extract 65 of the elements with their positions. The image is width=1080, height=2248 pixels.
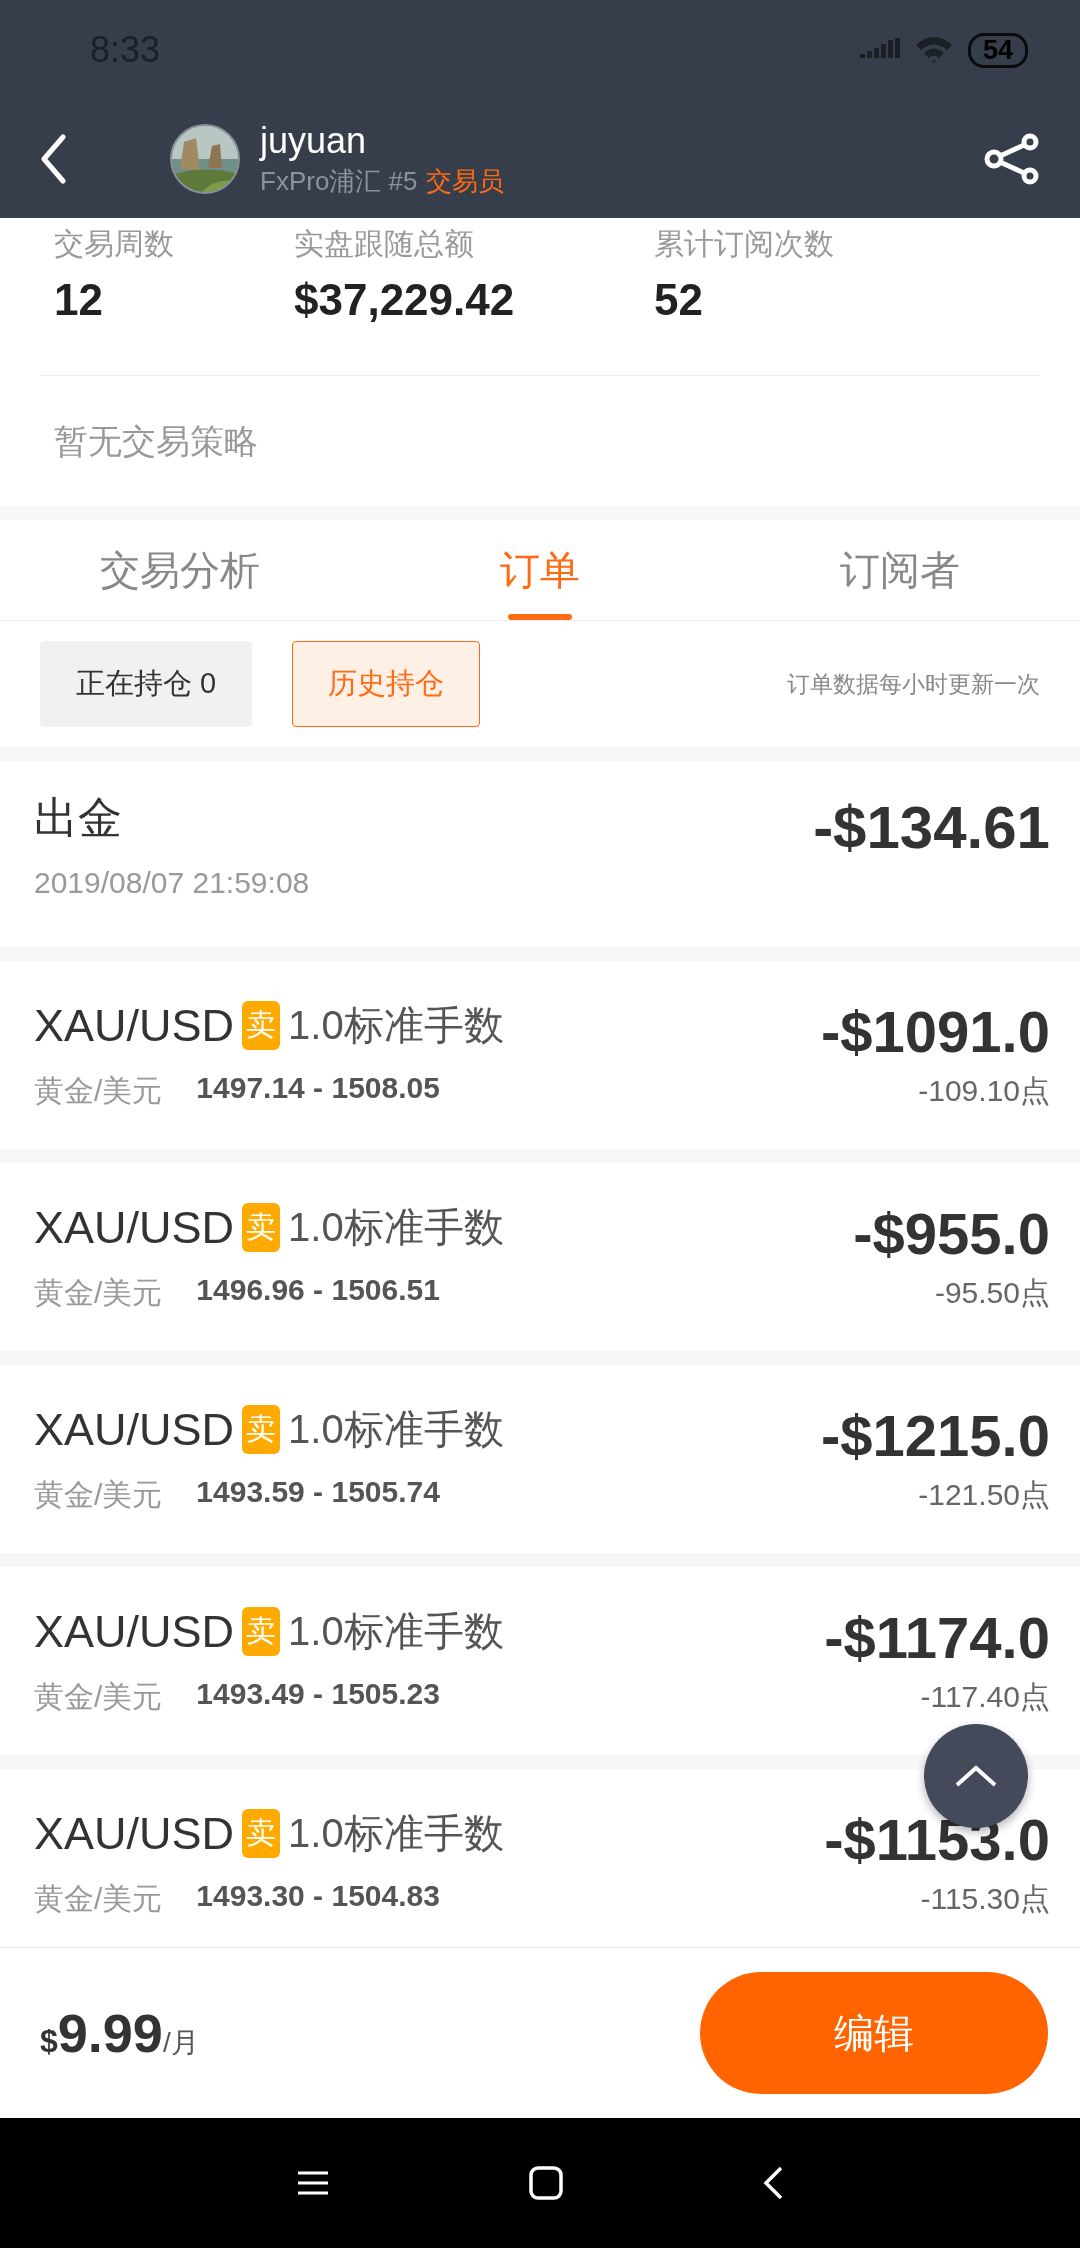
order-amount: -$1215.0 — [821, 1402, 1050, 1469]
back-icon[interactable] — [40, 134, 66, 184]
tab[interactable]: 订阅者 — [720, 520, 1080, 620]
lots-label: 1.0标准手数 — [288, 1002, 504, 1049]
stat-value: $37,229.42 — [294, 275, 516, 325]
tab[interactable]: 订单 — [360, 520, 720, 620]
side-badge: 卖 — [242, 1203, 281, 1252]
lots-label: 1.0标准手数 — [288, 1608, 504, 1655]
price-range: 1496.96 - 1506.51 — [196, 1273, 440, 1308]
order-amount: -$1091.0 — [821, 998, 1050, 1065]
price-range: 1493.49 - 1505.23 — [196, 1677, 440, 1712]
stat-value: 52 — [654, 275, 704, 325]
order-amount: -$955.0 — [853, 1200, 1050, 1267]
order-points: -95.50点 — [933, 1275, 1050, 1311]
price-range: 1497.14 - 1508.05 — [196, 1071, 440, 1106]
instrument-name: 黄金/美元 — [34, 1073, 163, 1109]
stat-label: 实盘跟随总额 — [294, 226, 475, 262]
record-time: 2019/08/07 21:59:08 — [34, 866, 310, 900]
menu-icon[interactable] — [297, 2171, 329, 2195]
instrument-name: 黄金/美元 — [34, 1881, 163, 1917]
broker-label: FxPro浦汇 #5 — [260, 165, 418, 196]
order-points: -115.30点 — [919, 1881, 1050, 1917]
symbol-label: XAU/USD — [34, 1807, 235, 1860]
price-range: 1493.30 - 1504.83 — [196, 1879, 440, 1914]
order-amount: -$1174.0 — [824, 1604, 1050, 1671]
side-badge: 卖 — [242, 1809, 281, 1858]
lots-label: 1.0标准手数 — [288, 1204, 504, 1251]
symbol-label: XAU/USD — [34, 1403, 235, 1456]
instrument-name: 黄金/美元 — [34, 1275, 163, 1311]
order-points: -109.10点 — [917, 1073, 1050, 1109]
back-icon[interactable] — [763, 2166, 783, 2200]
symbol-label: XAU/USD — [34, 999, 235, 1052]
home-icon[interactable] — [529, 2166, 563, 2200]
instrument-name: 黄金/美元 — [34, 1679, 163, 1715]
symbol-label: XAU/USD — [34, 1201, 235, 1254]
filter-button[interactable]: 正在持仓 0 — [40, 641, 253, 727]
stat-label: 交易周数 — [54, 226, 175, 262]
record-amount: -$134.61 — [813, 793, 1050, 862]
order-points: -121.50点 — [917, 1477, 1050, 1513]
tab[interactable]: 交易分析 — [0, 520, 360, 620]
share-icon[interactable] — [984, 133, 1040, 185]
strategy-text: 暂无交易策略 — [53, 421, 259, 462]
stat-value: 12 — [54, 275, 104, 325]
edit-button[interactable]: 编辑 — [700, 1972, 1048, 2094]
update-note: 订单数据每小时更新一次 — [787, 669, 1040, 699]
period-label: /月 — [162, 2027, 199, 2058]
order-points: -117.40点 — [919, 1679, 1050, 1715]
instrument-name: 黄金/美元 — [34, 1477, 163, 1513]
price-value: 9.99 — [57, 2003, 163, 2063]
order-amount: -$1153.0 — [824, 1806, 1050, 1873]
record-title: 出金 — [34, 792, 123, 844]
role-label: 交易员 — [425, 165, 504, 196]
chevron-up-icon — [954, 1764, 998, 1788]
side-badge: 卖 — [242, 1001, 281, 1050]
currency-label: $ — [40, 2023, 58, 2059]
side-badge: 卖 — [242, 1405, 281, 1454]
lots-label: 1.0标准手数 — [288, 1810, 504, 1857]
side-badge: 卖 — [242, 1607, 281, 1656]
stat-label: 累计订阅次数 — [654, 226, 834, 262]
trader-name: juyuan — [260, 119, 368, 162]
price-range: 1493.59 - 1505.74 — [196, 1475, 440, 1510]
symbol-label: XAU/USD — [34, 1605, 235, 1658]
filter-button[interactable]: 历史持仓 — [292, 641, 481, 727]
battery-icon: 54 — [967, 32, 1028, 68]
lots-label: 1.0标准手数 — [288, 1406, 504, 1453]
